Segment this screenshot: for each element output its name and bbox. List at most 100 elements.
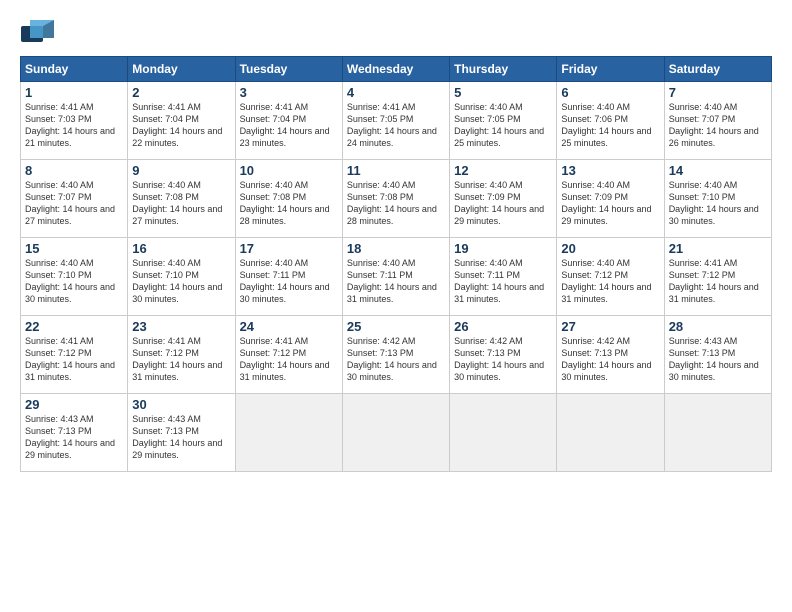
day-number: 11 xyxy=(347,163,445,178)
week-row: 8Sunrise: 4:40 AMSunset: 7:07 PMDaylight… xyxy=(21,160,772,238)
day-cell: 4Sunrise: 4:41 AMSunset: 7:05 PMDaylight… xyxy=(342,82,449,160)
day-cell: 5Sunrise: 4:40 AMSunset: 7:05 PMDaylight… xyxy=(450,82,557,160)
day-number: 26 xyxy=(454,319,552,334)
day-cell: 6Sunrise: 4:40 AMSunset: 7:06 PMDaylight… xyxy=(557,82,664,160)
day-cell: 29Sunrise: 4:43 AMSunset: 7:13 PMDayligh… xyxy=(21,394,128,472)
empty-cell xyxy=(450,394,557,472)
day-cell: 16Sunrise: 4:40 AMSunset: 7:10 PMDayligh… xyxy=(128,238,235,316)
day-info: Sunrise: 4:42 AMSunset: 7:13 PMDaylight:… xyxy=(454,335,552,384)
day-number: 23 xyxy=(132,319,230,334)
col-sunday: Sunday xyxy=(21,57,128,82)
day-info: Sunrise: 4:40 AMSunset: 7:12 PMDaylight:… xyxy=(561,257,659,306)
day-cell: 24Sunrise: 4:41 AMSunset: 7:12 PMDayligh… xyxy=(235,316,342,394)
day-info: Sunrise: 4:40 AMSunset: 7:11 PMDaylight:… xyxy=(454,257,552,306)
week-row: 22Sunrise: 4:41 AMSunset: 7:12 PMDayligh… xyxy=(21,316,772,394)
day-cell: 17Sunrise: 4:40 AMSunset: 7:11 PMDayligh… xyxy=(235,238,342,316)
day-number: 15 xyxy=(25,241,123,256)
day-info: Sunrise: 4:41 AMSunset: 7:12 PMDaylight:… xyxy=(669,257,767,306)
day-info: Sunrise: 4:40 AMSunset: 7:07 PMDaylight:… xyxy=(669,101,767,150)
day-info: Sunrise: 4:40 AMSunset: 7:10 PMDaylight:… xyxy=(132,257,230,306)
day-number: 14 xyxy=(669,163,767,178)
day-info: Sunrise: 4:41 AMSunset: 7:04 PMDaylight:… xyxy=(240,101,338,150)
day-info: Sunrise: 4:40 AMSunset: 7:10 PMDaylight:… xyxy=(25,257,123,306)
day-info: Sunrise: 4:40 AMSunset: 7:08 PMDaylight:… xyxy=(132,179,230,228)
day-info: Sunrise: 4:43 AMSunset: 7:13 PMDaylight:… xyxy=(669,335,767,384)
day-info: Sunrise: 4:41 AMSunset: 7:12 PMDaylight:… xyxy=(25,335,123,384)
day-number: 27 xyxy=(561,319,659,334)
day-number: 21 xyxy=(669,241,767,256)
day-info: Sunrise: 4:40 AMSunset: 7:09 PMDaylight:… xyxy=(561,179,659,228)
day-info: Sunrise: 4:40 AMSunset: 7:07 PMDaylight:… xyxy=(25,179,123,228)
empty-cell xyxy=(342,394,449,472)
day-number: 20 xyxy=(561,241,659,256)
day-cell: 28Sunrise: 4:43 AMSunset: 7:13 PMDayligh… xyxy=(664,316,771,394)
week-row: 15Sunrise: 4:40 AMSunset: 7:10 PMDayligh… xyxy=(21,238,772,316)
day-cell: 11Sunrise: 4:40 AMSunset: 7:08 PMDayligh… xyxy=(342,160,449,238)
logo-icon xyxy=(20,18,56,46)
day-number: 6 xyxy=(561,85,659,100)
day-info: Sunrise: 4:40 AMSunset: 7:05 PMDaylight:… xyxy=(454,101,552,150)
day-cell: 14Sunrise: 4:40 AMSunset: 7:10 PMDayligh… xyxy=(664,160,771,238)
day-number: 29 xyxy=(25,397,123,412)
day-info: Sunrise: 4:40 AMSunset: 7:11 PMDaylight:… xyxy=(347,257,445,306)
col-wednesday: Wednesday xyxy=(342,57,449,82)
day-cell: 13Sunrise: 4:40 AMSunset: 7:09 PMDayligh… xyxy=(557,160,664,238)
week-row: 1Sunrise: 4:41 AMSunset: 7:03 PMDaylight… xyxy=(21,82,772,160)
day-info: Sunrise: 4:40 AMSunset: 7:08 PMDaylight:… xyxy=(240,179,338,228)
day-info: Sunrise: 4:40 AMSunset: 7:11 PMDaylight:… xyxy=(240,257,338,306)
day-number: 30 xyxy=(132,397,230,412)
page: SundayMondayTuesdayWednesdayThursdayFrid… xyxy=(0,0,792,612)
col-thursday: Thursday xyxy=(450,57,557,82)
day-info: Sunrise: 4:40 AMSunset: 7:09 PMDaylight:… xyxy=(454,179,552,228)
col-tuesday: Tuesday xyxy=(235,57,342,82)
day-info: Sunrise: 4:42 AMSunset: 7:13 PMDaylight:… xyxy=(561,335,659,384)
day-info: Sunrise: 4:43 AMSunset: 7:13 PMDaylight:… xyxy=(25,413,123,462)
day-number: 22 xyxy=(25,319,123,334)
day-number: 25 xyxy=(347,319,445,334)
day-cell: 1Sunrise: 4:41 AMSunset: 7:03 PMDaylight… xyxy=(21,82,128,160)
day-cell: 22Sunrise: 4:41 AMSunset: 7:12 PMDayligh… xyxy=(21,316,128,394)
day-number: 24 xyxy=(240,319,338,334)
calendar-table: SundayMondayTuesdayWednesdayThursdayFrid… xyxy=(20,56,772,472)
day-number: 12 xyxy=(454,163,552,178)
col-monday: Monday xyxy=(128,57,235,82)
col-saturday: Saturday xyxy=(664,57,771,82)
day-number: 13 xyxy=(561,163,659,178)
day-number: 3 xyxy=(240,85,338,100)
day-number: 18 xyxy=(347,241,445,256)
day-cell: 10Sunrise: 4:40 AMSunset: 7:08 PMDayligh… xyxy=(235,160,342,238)
day-number: 1 xyxy=(25,85,123,100)
day-cell: 20Sunrise: 4:40 AMSunset: 7:12 PMDayligh… xyxy=(557,238,664,316)
day-info: Sunrise: 4:40 AMSunset: 7:06 PMDaylight:… xyxy=(561,101,659,150)
day-cell: 18Sunrise: 4:40 AMSunset: 7:11 PMDayligh… xyxy=(342,238,449,316)
day-cell: 26Sunrise: 4:42 AMSunset: 7:13 PMDayligh… xyxy=(450,316,557,394)
empty-cell xyxy=(557,394,664,472)
day-info: Sunrise: 4:40 AMSunset: 7:10 PMDaylight:… xyxy=(669,179,767,228)
day-number: 5 xyxy=(454,85,552,100)
day-number: 17 xyxy=(240,241,338,256)
empty-cell xyxy=(664,394,771,472)
day-cell: 9Sunrise: 4:40 AMSunset: 7:08 PMDaylight… xyxy=(128,160,235,238)
day-cell: 2Sunrise: 4:41 AMSunset: 7:04 PMDaylight… xyxy=(128,82,235,160)
day-cell: 19Sunrise: 4:40 AMSunset: 7:11 PMDayligh… xyxy=(450,238,557,316)
day-info: Sunrise: 4:41 AMSunset: 7:05 PMDaylight:… xyxy=(347,101,445,150)
day-info: Sunrise: 4:43 AMSunset: 7:13 PMDaylight:… xyxy=(132,413,230,462)
day-info: Sunrise: 4:42 AMSunset: 7:13 PMDaylight:… xyxy=(347,335,445,384)
day-info: Sunrise: 4:41 AMSunset: 7:04 PMDaylight:… xyxy=(132,101,230,150)
header xyxy=(20,18,772,46)
day-cell: 27Sunrise: 4:42 AMSunset: 7:13 PMDayligh… xyxy=(557,316,664,394)
day-number: 10 xyxy=(240,163,338,178)
day-cell: 8Sunrise: 4:40 AMSunset: 7:07 PMDaylight… xyxy=(21,160,128,238)
day-number: 4 xyxy=(347,85,445,100)
day-number: 2 xyxy=(132,85,230,100)
empty-cell xyxy=(235,394,342,472)
day-cell: 12Sunrise: 4:40 AMSunset: 7:09 PMDayligh… xyxy=(450,160,557,238)
day-cell: 7Sunrise: 4:40 AMSunset: 7:07 PMDaylight… xyxy=(664,82,771,160)
day-number: 7 xyxy=(669,85,767,100)
header-row: SundayMondayTuesdayWednesdayThursdayFrid… xyxy=(21,57,772,82)
day-number: 19 xyxy=(454,241,552,256)
day-cell: 23Sunrise: 4:41 AMSunset: 7:12 PMDayligh… xyxy=(128,316,235,394)
col-friday: Friday xyxy=(557,57,664,82)
day-cell: 21Sunrise: 4:41 AMSunset: 7:12 PMDayligh… xyxy=(664,238,771,316)
day-info: Sunrise: 4:41 AMSunset: 7:12 PMDaylight:… xyxy=(132,335,230,384)
